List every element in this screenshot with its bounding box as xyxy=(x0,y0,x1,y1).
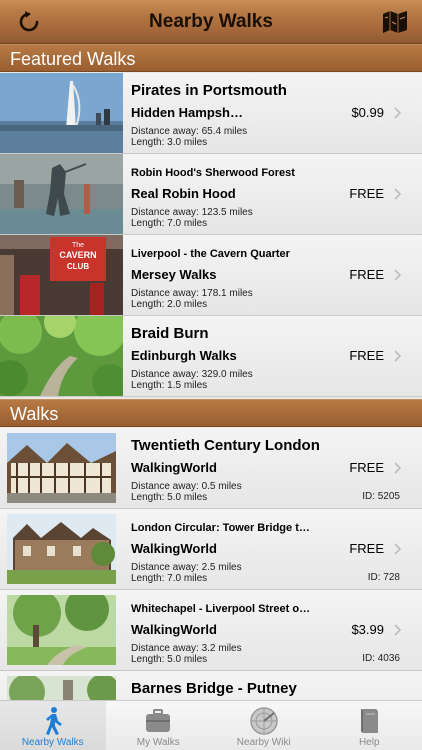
suitcase-icon xyxy=(146,709,171,732)
chevron-right-icon xyxy=(394,624,402,636)
page-title: Nearby Walks xyxy=(149,10,273,32)
walk-title: Twentieth Century London xyxy=(131,437,320,454)
walk-id: ID: 5205 xyxy=(362,491,400,502)
walk-distance: Distance away: 329.0 miles xyxy=(131,369,253,380)
walk-title: Pirates in Portsmouth xyxy=(131,82,287,99)
list-item[interactable]: The CAVERN CLUB Liverpool - the Cavern Q… xyxy=(0,235,422,316)
list-item[interactable]: Pirates in Portsmouth Hidden Hampsh… $0.… xyxy=(0,73,422,154)
map-button[interactable] xyxy=(380,7,410,37)
walk-length: Length: 5.0 miles xyxy=(131,492,208,503)
walk-id: ID: 728 xyxy=(367,572,400,583)
tab-my-walks[interactable]: My Walks xyxy=(106,701,212,750)
walk-price: FREE xyxy=(349,541,384,556)
walk-price: $3.99 xyxy=(351,622,384,637)
cavern-sign-text: The xyxy=(72,242,84,249)
map-icon xyxy=(383,11,407,33)
tab-label: Nearby Wiki xyxy=(236,737,291,748)
walk-length: Length: 1.5 miles xyxy=(131,380,208,391)
walk-thumbnail: The CAVERN CLUB xyxy=(0,235,123,315)
walk-title: Liverpool - the Cavern Quarter xyxy=(131,248,290,260)
walk-distance: Distance away: 123.5 miles xyxy=(131,207,253,218)
walk-provider: WalkingWorld xyxy=(131,460,217,475)
walk-distance: Distance away: 2.5 miles xyxy=(131,562,242,573)
list-item[interactable]: Twentieth Century London WalkingWorld FR… xyxy=(0,428,422,509)
list-item[interactable]: Robin Hood's Sherwood Forest Real Robin … xyxy=(0,154,422,235)
walk-price: $0.99 xyxy=(351,105,384,120)
walk-length: Length: 5.0 miles xyxy=(131,654,208,665)
walk-price: FREE xyxy=(349,460,384,475)
walk-distance: Distance away: 178.1 miles xyxy=(131,288,253,299)
walk-provider: Mersey Walks xyxy=(131,267,217,282)
section-header-walks: Walks xyxy=(0,399,422,427)
walk-thumbnail xyxy=(0,154,123,234)
chevron-right-icon xyxy=(394,543,402,555)
walk-thumbnail xyxy=(7,595,116,665)
tab-help[interactable]: Help xyxy=(317,701,422,750)
walk-price: FREE xyxy=(349,186,384,201)
walk-title: Whitechapel - Liverpool Street o… xyxy=(131,603,311,615)
radar-icon xyxy=(250,707,278,735)
chevron-right-icon xyxy=(394,269,402,281)
walk-distance: Distance away: 0.5 miles xyxy=(131,481,242,492)
refresh-icon xyxy=(19,11,39,32)
cavern-sign-text: CAVERN xyxy=(59,250,96,260)
nav-bar: Nearby Walks xyxy=(0,0,422,44)
walk-provider: WalkingWorld xyxy=(131,622,217,637)
walk-title: London Circular: Tower Bridge t… xyxy=(131,522,310,534)
walk-length: Length: 3.0 miles xyxy=(131,137,208,148)
tab-bar: Nearby Walks My Walks Nearby Wiki Help xyxy=(0,700,422,750)
tab-nearby-walks[interactable]: Nearby Walks xyxy=(0,701,106,750)
walk-price: FREE xyxy=(349,267,384,282)
list-item[interactable]: Whitechapel - Liverpool Street o… Walkin… xyxy=(0,590,422,671)
walk-provider: Real Robin Hood xyxy=(131,186,236,201)
tab-label: Help xyxy=(358,737,380,748)
chevron-right-icon xyxy=(394,350,402,362)
walk-provider: Hidden Hampsh… xyxy=(131,105,243,120)
chevron-right-icon xyxy=(394,188,402,200)
walk-provider: Edinburgh Walks xyxy=(131,348,237,363)
walk-length: Length: 7.0 miles xyxy=(131,573,208,584)
walk-distance: Distance away: 3.2 miles xyxy=(131,643,242,654)
tab-nearby-wiki[interactable]: Nearby Wiki xyxy=(211,701,317,750)
tab-label: My Walks xyxy=(136,737,180,748)
chevron-right-icon xyxy=(394,107,402,119)
walk-id: ID: 4036 xyxy=(362,653,400,664)
walk-thumbnail xyxy=(7,514,116,584)
walk-length: Length: 7.0 miles xyxy=(131,218,208,229)
tab-label: Nearby Walks xyxy=(21,737,84,748)
walk-thumbnail xyxy=(0,73,123,153)
featured-list: Pirates in Portsmouth Hidden Hampsh… $0.… xyxy=(0,73,422,397)
list-item[interactable]: London Circular: Tower Bridge t… Walking… xyxy=(0,509,422,590)
walk-distance: Distance away: 65.4 miles xyxy=(131,126,248,137)
walk-thumbnail xyxy=(0,316,123,396)
refresh-button[interactable] xyxy=(14,7,44,37)
walk-title: Robin Hood's Sherwood Forest xyxy=(131,167,295,179)
walk-title: Barnes Bridge - Putney xyxy=(131,680,297,697)
walk-provider: WalkingWorld xyxy=(131,541,217,556)
cavern-sign-text: CLUB xyxy=(67,262,89,271)
book-icon xyxy=(361,709,379,733)
walk-length: Length: 2.0 miles xyxy=(131,299,208,310)
walker-icon xyxy=(45,707,62,735)
walk-price: FREE xyxy=(349,348,384,363)
list-item[interactable]: Braid Burn Edinburgh Walks FREE Distance… xyxy=(0,316,422,397)
section-header-featured: Featured Walks xyxy=(0,44,422,72)
walk-thumbnail xyxy=(7,433,116,503)
chevron-right-icon xyxy=(394,462,402,474)
walk-title: Braid Burn xyxy=(131,325,209,342)
